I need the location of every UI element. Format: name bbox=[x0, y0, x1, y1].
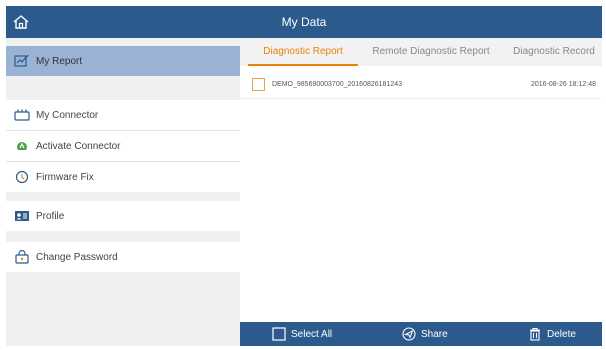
trash-icon bbox=[530, 327, 540, 341]
select-all-label: Select All bbox=[291, 328, 333, 340]
sidebar-item-my-connector[interactable]: My Connector bbox=[6, 100, 240, 130]
sidebar-item-my-report[interactable]: My Report bbox=[6, 46, 240, 76]
sidebar-item-activate-connector[interactable]: Activate Connector bbox=[6, 131, 240, 161]
share-button[interactable]: Share bbox=[402, 322, 448, 346]
sidebar-item-firmware-fix[interactable]: Firmware Fix bbox=[6, 162, 240, 192]
active-tab-indicator bbox=[248, 64, 358, 66]
profile-icon bbox=[15, 211, 29, 221]
select-all-button[interactable]: Select All bbox=[272, 322, 332, 346]
sidebar-item-label: Change Password bbox=[36, 251, 118, 263]
tab-diagnostic-report[interactable]: Diagnostic Report bbox=[248, 38, 358, 66]
sidebar-item-profile[interactable]: Profile bbox=[6, 201, 240, 231]
connector-icon bbox=[14, 109, 30, 121]
report-name: DEMO_985690003700_20160826181243 bbox=[272, 81, 403, 88]
sidebar-item-label: My Connector bbox=[36, 109, 99, 121]
checkbox-icon bbox=[272, 327, 286, 341]
share-icon bbox=[402, 327, 416, 341]
list-item[interactable]: DEMO_985690003700_20160826181243 2016-08… bbox=[240, 74, 602, 96]
page-title: My Data bbox=[281, 15, 327, 29]
app-window: My Data My Report My Connector Activate … bbox=[6, 6, 602, 346]
divider bbox=[240, 98, 602, 99]
delete-button[interactable]: Delete bbox=[528, 322, 576, 346]
report-icon bbox=[14, 54, 29, 67]
share-label: Share bbox=[421, 328, 448, 340]
report-checkbox[interactable] bbox=[252, 78, 265, 91]
sidebar-item-label: Profile bbox=[36, 210, 65, 222]
delete-label: Delete bbox=[547, 328, 576, 340]
change-password-icon bbox=[15, 250, 29, 264]
tab-remote-diagnostic-report[interactable]: Remote Diagnostic Report bbox=[362, 38, 500, 66]
sidebar-item-label: Firmware Fix bbox=[36, 171, 94, 183]
report-date: 2016-08-26 18:12:48 bbox=[531, 81, 596, 88]
sidebar: My Report My Connector Activate Connecto… bbox=[6, 38, 240, 346]
sidebar-item-change-password[interactable]: Change Password bbox=[6, 242, 240, 272]
firmware-fix-icon bbox=[15, 170, 29, 184]
sidebar-item-label: Activate Connector bbox=[36, 140, 121, 152]
sidebar-item-label: My Report bbox=[36, 55, 83, 67]
tab-diagnostic-record[interactable]: Diagnostic Record bbox=[506, 38, 602, 66]
activate-connector-icon bbox=[17, 142, 27, 150]
report-list-panel: Diagnostic Report Remote Diagnostic Repo… bbox=[240, 38, 602, 328]
bottom-action-bar: Select All Share Delete bbox=[240, 322, 602, 346]
tab-bar: Diagnostic Report Remote Diagnostic Repo… bbox=[240, 38, 602, 66]
top-bar: My Data bbox=[6, 6, 602, 38]
